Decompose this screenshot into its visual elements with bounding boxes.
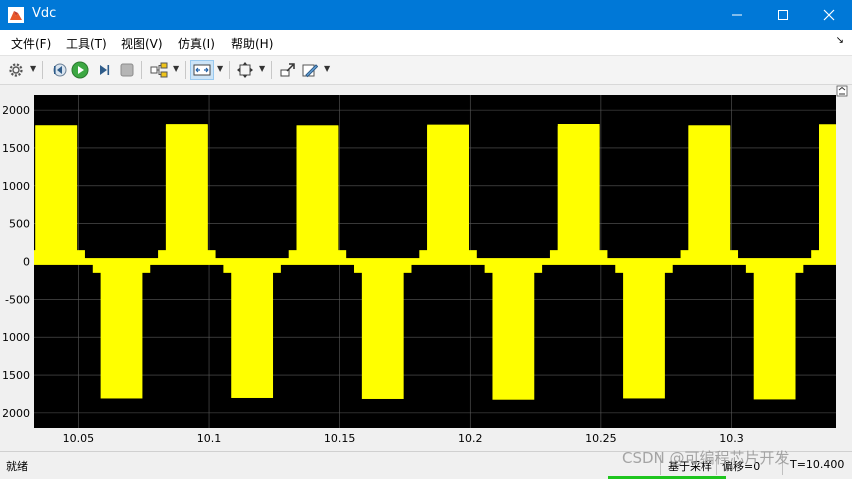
signal-selector-button[interactable] — [148, 60, 170, 80]
negative-pulse — [361, 261, 404, 399]
negative-pulse — [100, 261, 143, 399]
simulink-scope-icon — [8, 7, 24, 23]
close-icon — [823, 9, 835, 21]
negative-pulse — [231, 261, 274, 398]
fit-to-view-button[interactable] — [235, 60, 255, 80]
menu-simulation[interactable]: 仿真(I) — [178, 35, 215, 52]
y-tick-label: 0 — [23, 256, 30, 269]
y-tick-label: 1000 — [3, 180, 30, 193]
undock-button[interactable] — [836, 85, 848, 97]
gear-icon — [9, 63, 23, 77]
y-tick-label: -2000 — [3, 407, 30, 420]
step-forward-icon — [100, 65, 110, 75]
toolbar-separator — [271, 61, 272, 79]
x-tick-label: 10.3 — [719, 432, 744, 445]
x-tick-label: 10.05 — [63, 432, 95, 445]
positive-pulse — [427, 124, 469, 261]
x-tick-label: 10.1 — [197, 432, 222, 445]
step-back-icon — [53, 63, 67, 77]
toolbar-separator — [141, 61, 142, 79]
settings-dropdown-icon[interactable]: ▼ — [30, 64, 36, 73]
stop-button[interactable] — [117, 60, 137, 80]
zoom-dropdown-icon[interactable]: ▼ — [217, 64, 223, 73]
positive-pulse — [35, 125, 78, 262]
x-tick-label: 10.2 — [458, 432, 483, 445]
highlight-block-icon — [280, 63, 295, 77]
menu-tools[interactable]: 工具(T) — [66, 35, 107, 52]
menu-help[interactable]: 帮助(H) — [231, 35, 273, 52]
menu-overflow-icon[interactable]: ↘ — [836, 35, 844, 46]
step-forward-button[interactable] — [94, 60, 114, 80]
fit-dropdown-icon[interactable]: ▼ — [259, 64, 265, 73]
positive-pulse — [165, 125, 208, 262]
watermark: CSDN @可编程芯片开发 — [622, 449, 790, 467]
fit-to-view-icon — [237, 62, 253, 78]
style-dropdown-icon[interactable]: ▼ — [324, 64, 330, 73]
signal-selector-icon — [150, 62, 168, 78]
positive-pulse — [296, 126, 339, 263]
maximize-button[interactable] — [760, 0, 806, 30]
status-time: T=10.400 — [790, 458, 845, 471]
toolbar-separator — [42, 61, 43, 79]
menu-view[interactable]: 视图(V) — [121, 35, 163, 52]
x-tick-label: 10.15 — [324, 432, 356, 445]
positive-pulse — [819, 125, 836, 262]
maximize-icon — [778, 10, 788, 20]
negative-pulse — [753, 261, 796, 400]
style-icon — [302, 64, 318, 78]
y-tick-label: -1000 — [3, 331, 30, 344]
window-title: Vdc — [32, 6, 57, 21]
y-tick-label: 2000 — [3, 104, 30, 117]
y-tick-label: -1500 — [3, 369, 30, 382]
menu-bar: 文件(F) 工具(T) 视图(V) 仿真(I) 帮助(H) ↘ — [0, 30, 852, 56]
status-ready: 就绪 — [6, 460, 28, 473]
step-back-button[interactable] — [49, 60, 69, 80]
run-button[interactable] — [70, 60, 90, 80]
x-tick-label: 10.25 — [585, 432, 617, 445]
positive-pulse — [688, 125, 731, 263]
scope-display: 2000 1500 1000 500 0 -500 -1000 -1500 -2000 10.0… — [0, 85, 849, 451]
toolbar-separator — [229, 61, 230, 79]
stop-icon — [120, 63, 134, 77]
highlight-block-button[interactable] — [277, 60, 297, 80]
menu-file[interactable]: 文件(F) — [11, 35, 51, 52]
y-tick-label: 500 — [9, 218, 30, 231]
style-button[interactable] — [300, 60, 320, 80]
y-tick-label: 1500 — [3, 142, 30, 155]
positive-pulse — [557, 124, 600, 261]
title-bar: Vdc — [0, 0, 852, 30]
zoom-x-icon — [193, 64, 211, 76]
close-button[interactable] — [806, 0, 852, 30]
negative-pulse — [492, 261, 535, 400]
minimize-icon — [732, 14, 742, 16]
minimize-button[interactable] — [714, 0, 760, 30]
run-icon — [71, 61, 89, 79]
settings-button[interactable] — [6, 60, 26, 80]
scope-plot[interactable]: 2000 1500 1000 500 0 -500 -1000 -1500 -2000 10.0… — [0, 85, 849, 451]
signal-selector-dropdown-icon[interactable]: ▼ — [173, 64, 179, 73]
toolbar-separator — [185, 61, 186, 79]
y-tick-label: -500 — [5, 293, 30, 306]
toolbar: ▼ ▼ ▼ ▼ ▼ — [0, 56, 852, 85]
negative-pulse — [623, 261, 665, 399]
zoom-x-button[interactable] — [190, 60, 214, 80]
